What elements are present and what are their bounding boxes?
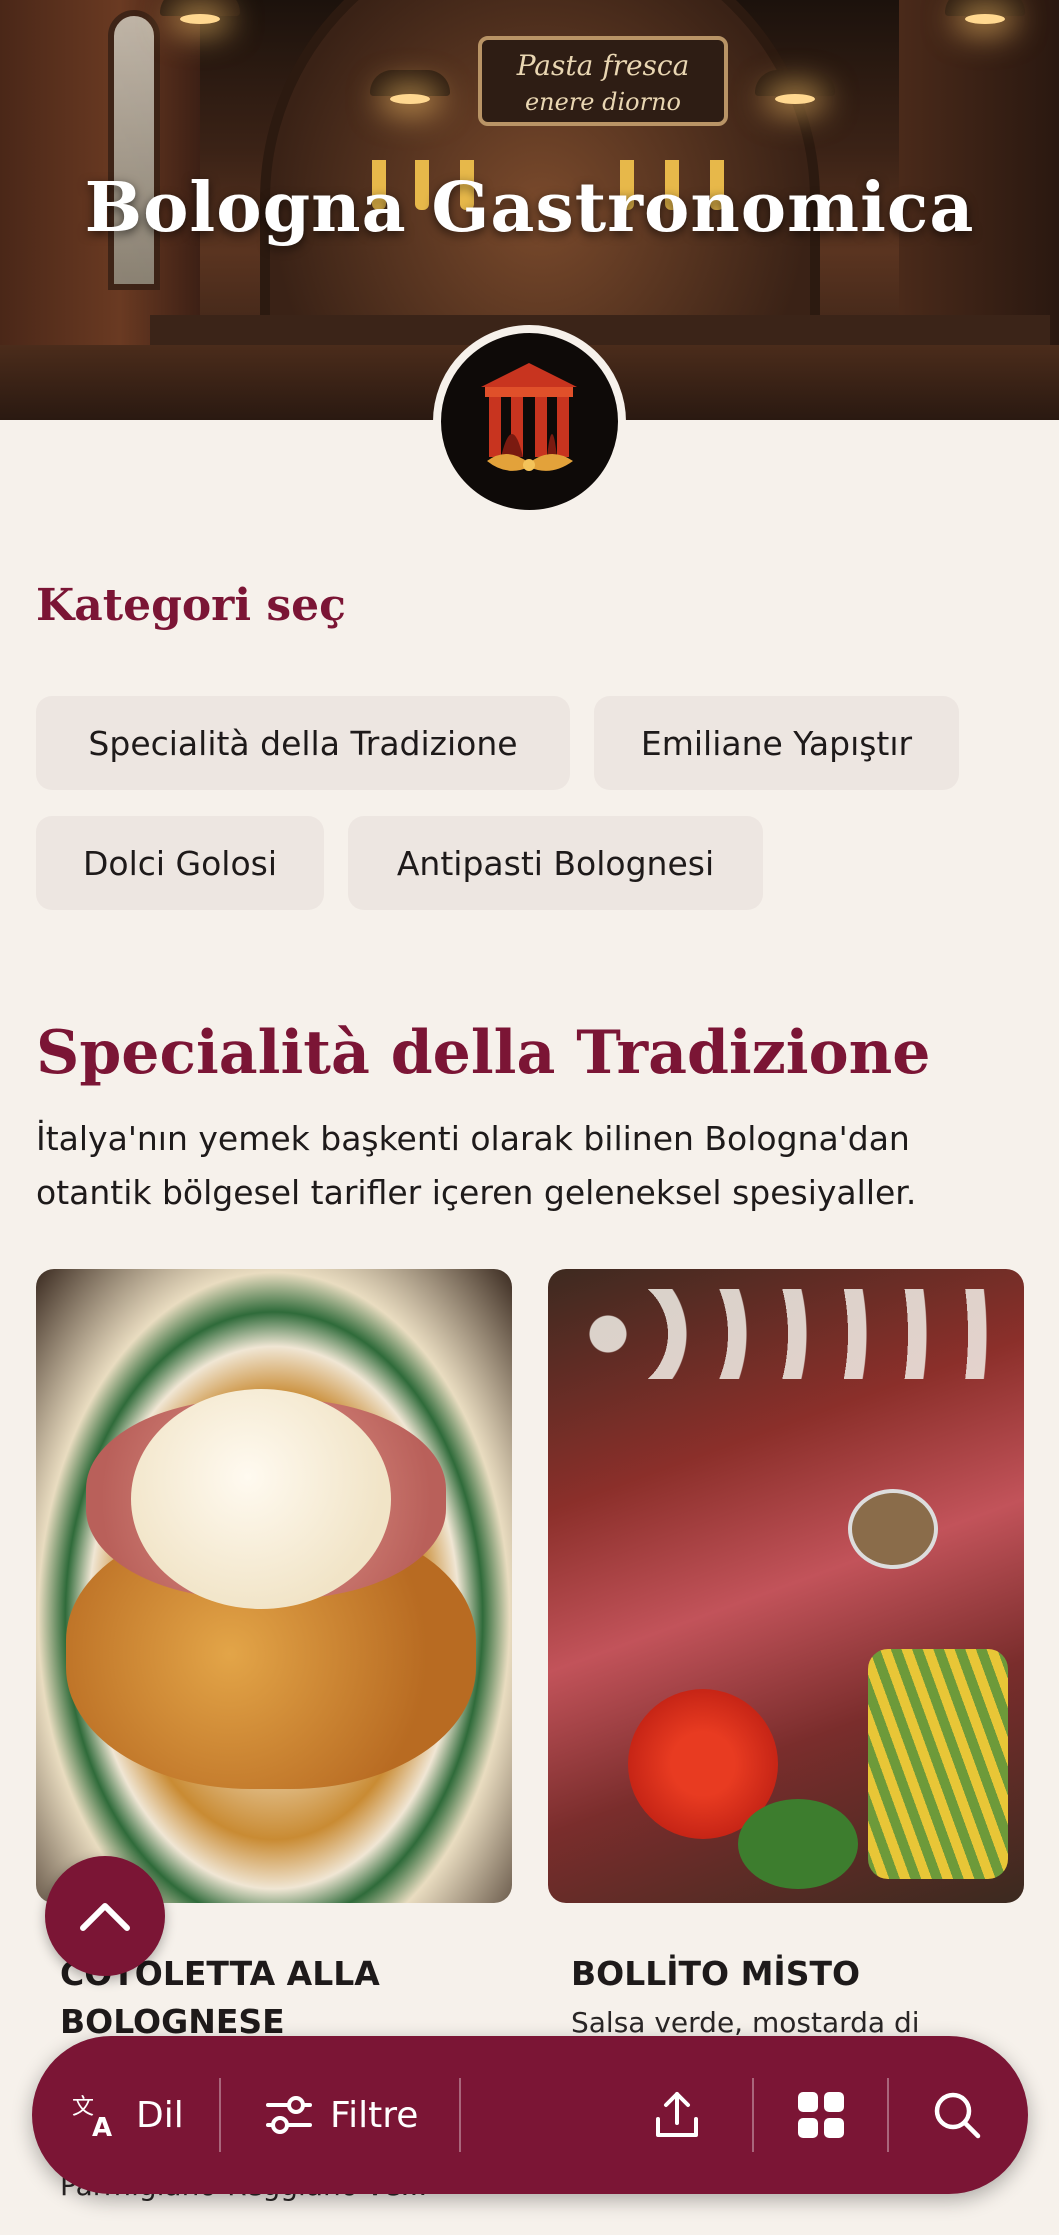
section-title: Specialità della Tradizione bbox=[36, 1018, 931, 1088]
hero-sign-line: enere diorno bbox=[524, 88, 682, 116]
category-heading: Kategori seç bbox=[36, 580, 346, 631]
language-button[interactable]: 文 A Dil bbox=[72, 2036, 184, 2194]
dish-image-cotoletta[interactable] bbox=[36, 1269, 512, 1903]
translate-icon: 文 A bbox=[72, 2095, 112, 2138]
section-description: İtalya'nın yemek başkenti olarak bilinen… bbox=[36, 1119, 917, 1212]
filter-button[interactable]: Filtre bbox=[266, 2036, 418, 2194]
grid-view-button[interactable] bbox=[796, 2036, 846, 2194]
category-chip-label: Emiliane Yapıştır bbox=[640, 723, 913, 763]
category-chip-tradizione[interactable]: Specialità della Tradizione bbox=[36, 696, 570, 790]
image-detail bbox=[738, 1799, 858, 1889]
divider bbox=[887, 2078, 889, 2152]
category-chip-label: Dolci Golosi bbox=[82, 843, 278, 883]
image-detail bbox=[868, 1649, 1008, 1879]
hero-counter bbox=[150, 315, 1050, 345]
page-title: Bologna Gastronomica bbox=[84, 168, 975, 248]
share-button[interactable] bbox=[654, 2036, 700, 2194]
divider bbox=[752, 2078, 754, 2152]
category-chip-dolci[interactable]: Dolci Golosi bbox=[36, 816, 324, 910]
category-chip-label: Specialità della Tradizione bbox=[88, 723, 518, 763]
image-detail bbox=[131, 1389, 391, 1609]
svg-text:文: 文 bbox=[72, 2095, 94, 2120]
category-chip-label: Antipasti Bolognesi bbox=[396, 843, 715, 883]
image-detail bbox=[578, 1289, 998, 1379]
language-label: Dil bbox=[136, 2094, 184, 2136]
restaurant-logo bbox=[433, 325, 626, 518]
dish-title-bollito[interactable]: BOLLİTO MİSTO bbox=[571, 1950, 1011, 1998]
divider bbox=[219, 2078, 221, 2152]
filter-label: Filtre bbox=[330, 2094, 419, 2136]
svg-text:A: A bbox=[92, 2113, 112, 2138]
dish-image-bollito[interactable] bbox=[548, 1269, 1024, 1903]
hero-sign-line: Pasta fresca bbox=[516, 49, 690, 82]
hero-lamp bbox=[370, 70, 450, 104]
scroll-to-top-button[interactable] bbox=[45, 1856, 165, 1976]
search-icon bbox=[934, 2092, 981, 2139]
grid-icon bbox=[798, 2092, 844, 2138]
hero-lamp bbox=[160, 0, 240, 24]
hero-sign: Pasta fresca enere diorno bbox=[478, 36, 728, 126]
hero-lamp bbox=[945, 0, 1025, 24]
search-button[interactable] bbox=[932, 2036, 982, 2194]
hero-lamp bbox=[755, 70, 835, 104]
filter-icon bbox=[266, 2096, 312, 2134]
divider bbox=[459, 2078, 461, 2152]
image-detail bbox=[848, 1489, 938, 1569]
category-chip-emiliane[interactable]: Emiliane Yapıştır bbox=[594, 696, 959, 790]
bottom-action-bar: 文 A Dil Filtre bbox=[32, 2036, 1028, 2194]
portico-icon bbox=[481, 363, 577, 471]
hero-window bbox=[108, 10, 160, 290]
share-icon bbox=[656, 2092, 698, 2137]
category-chip-antipasti[interactable]: Antipasti Bolognesi bbox=[348, 816, 763, 910]
chevron-up-icon bbox=[80, 1903, 130, 1931]
